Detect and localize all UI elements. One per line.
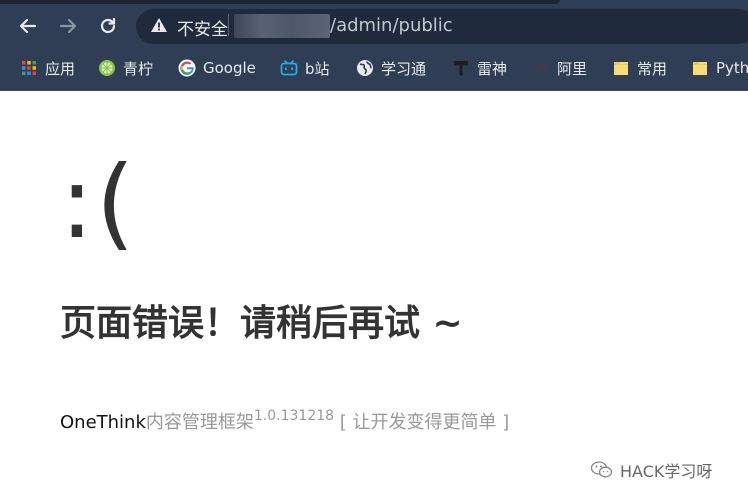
footer-info: OneThink内容管理框架1.0.131218 [ 让开发变得更简单 ] xyxy=(60,408,509,434)
arrow-left-icon xyxy=(19,18,37,34)
bookmark-label: 学习通 xyxy=(381,59,427,78)
bookmark-python[interactable]: Pyth xyxy=(691,53,748,83)
lime-icon xyxy=(98,59,116,77)
globe-icon xyxy=(356,59,374,77)
sad-face-emoticon: :( xyxy=(60,144,137,261)
watermark-text: HACK学习呀 xyxy=(620,462,713,481)
error-message: 页面错误！请稍后再试 ~ xyxy=(60,303,463,344)
bookmarks-bar: 应用 青柠 Google b站 学习通 雷神 阿里 常用 Pyth xyxy=(0,53,748,91)
bookmark-changyong[interactable]: 常用 xyxy=(612,53,667,83)
url-path[interactable]: /admin/public xyxy=(330,15,453,36)
alibaba-icon xyxy=(532,59,550,77)
bookmark-qingning[interactable]: 青柠 xyxy=(98,53,153,83)
reload-button[interactable] xyxy=(94,12,122,40)
footer-product-name: 内容管理框架 xyxy=(145,412,254,433)
bookmark-label: Google xyxy=(203,59,256,77)
warning-icon[interactable] xyxy=(150,16,168,34)
bilibili-icon xyxy=(280,59,298,77)
bookmark-ali[interactable]: 阿里 xyxy=(532,53,587,83)
browser-chrome: 不安全 /admin/public 应用 青柠 Google b站 学习通 雷神… xyxy=(0,0,748,91)
address-separator xyxy=(228,14,229,36)
folder-icon xyxy=(691,59,709,77)
bookmark-label: Pyth xyxy=(716,59,748,77)
bookmark-label: 应用 xyxy=(45,59,76,78)
arrow-right-icon xyxy=(59,18,77,34)
security-status-label[interactable]: 不安全 xyxy=(177,15,228,40)
bookmark-label: 常用 xyxy=(637,59,668,78)
bookmark-apps[interactable]: 应用 xyxy=(20,53,75,83)
footer-version: 1.0.131218 xyxy=(253,408,335,424)
redacted-host xyxy=(234,14,330,38)
apps-grid-icon xyxy=(20,59,38,77)
bookmark-xuexitong[interactable]: 学习通 xyxy=(356,53,426,83)
bookmark-leishen[interactable]: 雷神 xyxy=(452,53,507,83)
wechat-icon xyxy=(590,461,613,478)
bookmark-label: 青柠 xyxy=(123,59,154,78)
google-icon xyxy=(178,59,196,77)
folder-icon xyxy=(612,59,630,77)
bookmark-label: b站 xyxy=(305,59,330,78)
reload-icon xyxy=(100,17,116,34)
hammer-icon xyxy=(452,59,470,77)
forward-button[interactable] xyxy=(54,12,82,40)
bookmark-label: 阿里 xyxy=(557,59,588,78)
back-button[interactable] xyxy=(14,12,42,40)
watermark: HACK学习呀 xyxy=(590,458,712,482)
footer-slogan: [ 让开发变得更简单 ] xyxy=(334,412,510,433)
bookmark-bilibili[interactable]: b站 xyxy=(280,53,330,83)
bookmark-label: 雷神 xyxy=(477,59,508,78)
footer-brand-link[interactable]: OneThink xyxy=(60,412,146,433)
bookmark-google[interactable]: Google xyxy=(178,53,256,83)
